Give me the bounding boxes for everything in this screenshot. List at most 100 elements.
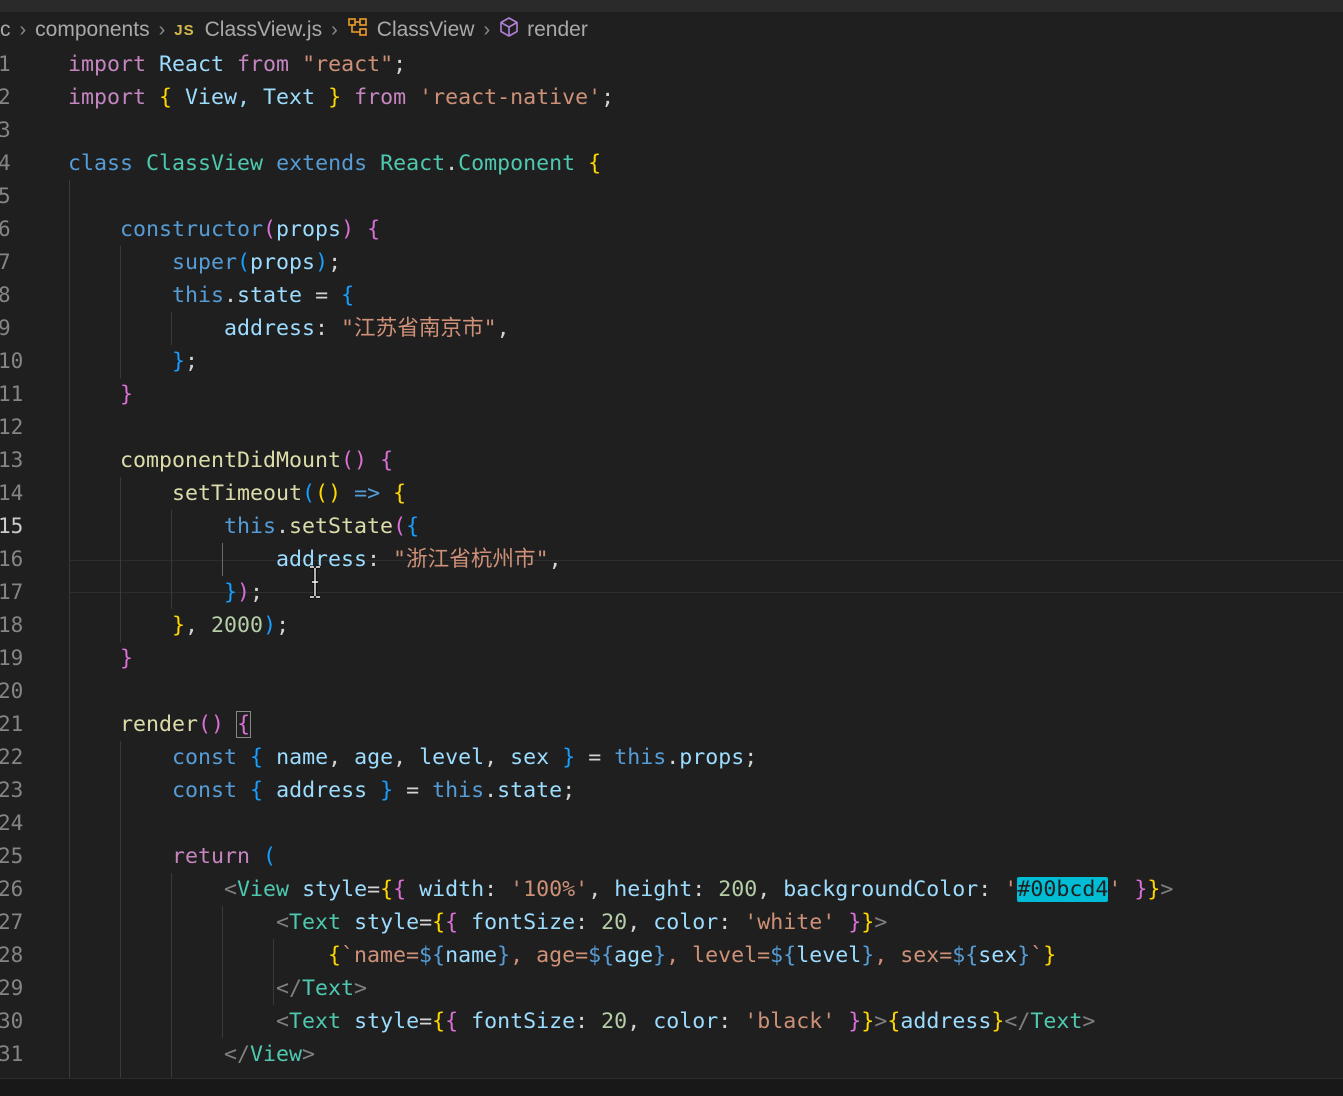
code-token: : <box>692 877 719 902</box>
breadcrumb-item-class[interactable]: ClassView <box>347 17 474 43</box>
code-editor[interactable]: 1 import React from "react"; 2 import { Vie… <box>0 48 1343 1081</box>
code-token: { <box>250 778 264 803</box>
code-token: Text <box>1030 1009 1083 1034</box>
code-line[interactable]: 17 }); <box>0 576 1343 609</box>
code-token: </ <box>1004 1009 1031 1034</box>
code-token: ' <box>1108 877 1122 902</box>
code-token: import <box>68 85 147 110</box>
code-token: { <box>159 85 173 110</box>
line-number: 1 <box>0 52 11 76</box>
code-token: : <box>718 910 745 935</box>
code-line[interactable]: 15 this.setState({ <box>0 510 1343 543</box>
code-line[interactable]: 18 }, 2000); <box>0 609 1343 642</box>
code-token: , <box>627 1009 654 1034</box>
code-token: { <box>341 283 355 308</box>
code-token: render <box>120 712 199 737</box>
code-line[interactable]: 10 }; <box>0 345 1343 378</box>
code-token: } <box>562 745 576 770</box>
code-token: 20 <box>601 1009 628 1034</box>
code-token: name <box>445 943 498 968</box>
code-token: = <box>367 877 381 902</box>
line-number: 5 <box>0 184 11 208</box>
breadcrumb-label: components <box>35 18 150 41</box>
code-line[interactable]: 20 <box>0 675 1343 708</box>
code-line[interactable]: 3 <box>0 114 1343 147</box>
code-token: width <box>419 877 485 902</box>
code-token: } <box>497 943 511 968</box>
code-text: const { address } = this.state; <box>68 774 575 807</box>
code-line[interactable]: 7 super(props); <box>0 246 1343 279</box>
code-text: class ClassView extends React.Component … <box>68 147 601 180</box>
breadcrumb-item-file[interactable]: JS ClassView.js <box>174 18 322 42</box>
code-token: ) <box>263 613 277 638</box>
code-text: render() { <box>68 708 252 741</box>
code-line[interactable]: 5 <box>0 180 1343 213</box>
code-line[interactable]: 14 setTimeout(() => { <box>0 477 1343 510</box>
horizontal-scrollbar[interactable] <box>0 1078 1343 1096</box>
code-line[interactable]: 29 </Text> <box>0 972 1343 1005</box>
code-line[interactable]: 31 </View> <box>0 1038 1343 1071</box>
code-token: ; <box>250 580 264 605</box>
line-number: 23 <box>0 778 24 802</box>
code-line[interactable]: 24 <box>0 807 1343 840</box>
code-line[interactable]: 16 address: "浙江省杭州市", <box>0 543 1343 576</box>
code-token: { <box>393 481 407 506</box>
breadcrumb-item-components[interactable]: components <box>35 18 149 42</box>
code-line[interactable]: 27 <Text style={{ fontSize: 20, color: '… <box>0 906 1343 939</box>
line-number: 2 <box>0 85 11 109</box>
code-line[interactable]: 30 <Text style={{ fontSize: 20, color: '… <box>0 1005 1343 1038</box>
code-token: ( <box>302 481 316 506</box>
code-line[interactable]: 1 import React from "react"; <box>0 48 1343 81</box>
code-line[interactable]: 13 componentDidMount() { <box>0 444 1343 477</box>
breadcrumb-item-method[interactable]: render <box>499 16 588 44</box>
line-number: 7 <box>0 250 11 274</box>
code-token: } <box>1134 877 1148 902</box>
code-token: { <box>588 151 602 176</box>
code-line[interactable]: 25 return ( <box>0 840 1343 873</box>
code-token: "江苏省南京市" <box>341 316 497 341</box>
line-number: 9 <box>0 316 11 340</box>
code-line[interactable]: 26 <View style={{ width: '100%', height:… <box>0 873 1343 906</box>
breadcrumb-item-src[interactable]: c <box>0 18 11 42</box>
code-line[interactable]: 22 const { name, age, level, sex } = thi… <box>0 741 1343 774</box>
code-line[interactable]: 4 class ClassView extends React.Component… <box>0 147 1343 180</box>
code-line[interactable]: 9 address: "江苏省南京市", <box>0 312 1343 345</box>
code-token: , <box>757 877 784 902</box>
code-line[interactable]: 11 } <box>0 378 1343 411</box>
code-line[interactable]: 2 import { View, Text } from 'react-nativ… <box>0 81 1343 114</box>
code-token: { <box>236 711 252 738</box>
code-token: const <box>172 745 238 770</box>
code-line[interactable]: 6 constructor(props) { <box>0 213 1343 246</box>
code-token: color <box>653 910 719 935</box>
code-line[interactable]: 21 render() { <box>0 708 1343 741</box>
code-token: View <box>237 877 290 902</box>
code-token: } <box>1017 943 1031 968</box>
code-token: import <box>68 52 147 77</box>
code-line[interactable]: 28 {`name=${name}, age=${age}, level=${l… <box>0 939 1343 972</box>
code-line[interactable]: 23 const { address } = this.state; <box>0 774 1343 807</box>
code-token: setTimeout <box>172 481 303 506</box>
text-cursor-icon <box>307 565 323 599</box>
code-line[interactable]: 12 <box>0 411 1343 444</box>
code-line[interactable]: 8 this.state = { <box>0 279 1343 312</box>
code-line[interactable]: 19 } <box>0 642 1343 675</box>
chevron-right-icon: › <box>483 18 491 41</box>
